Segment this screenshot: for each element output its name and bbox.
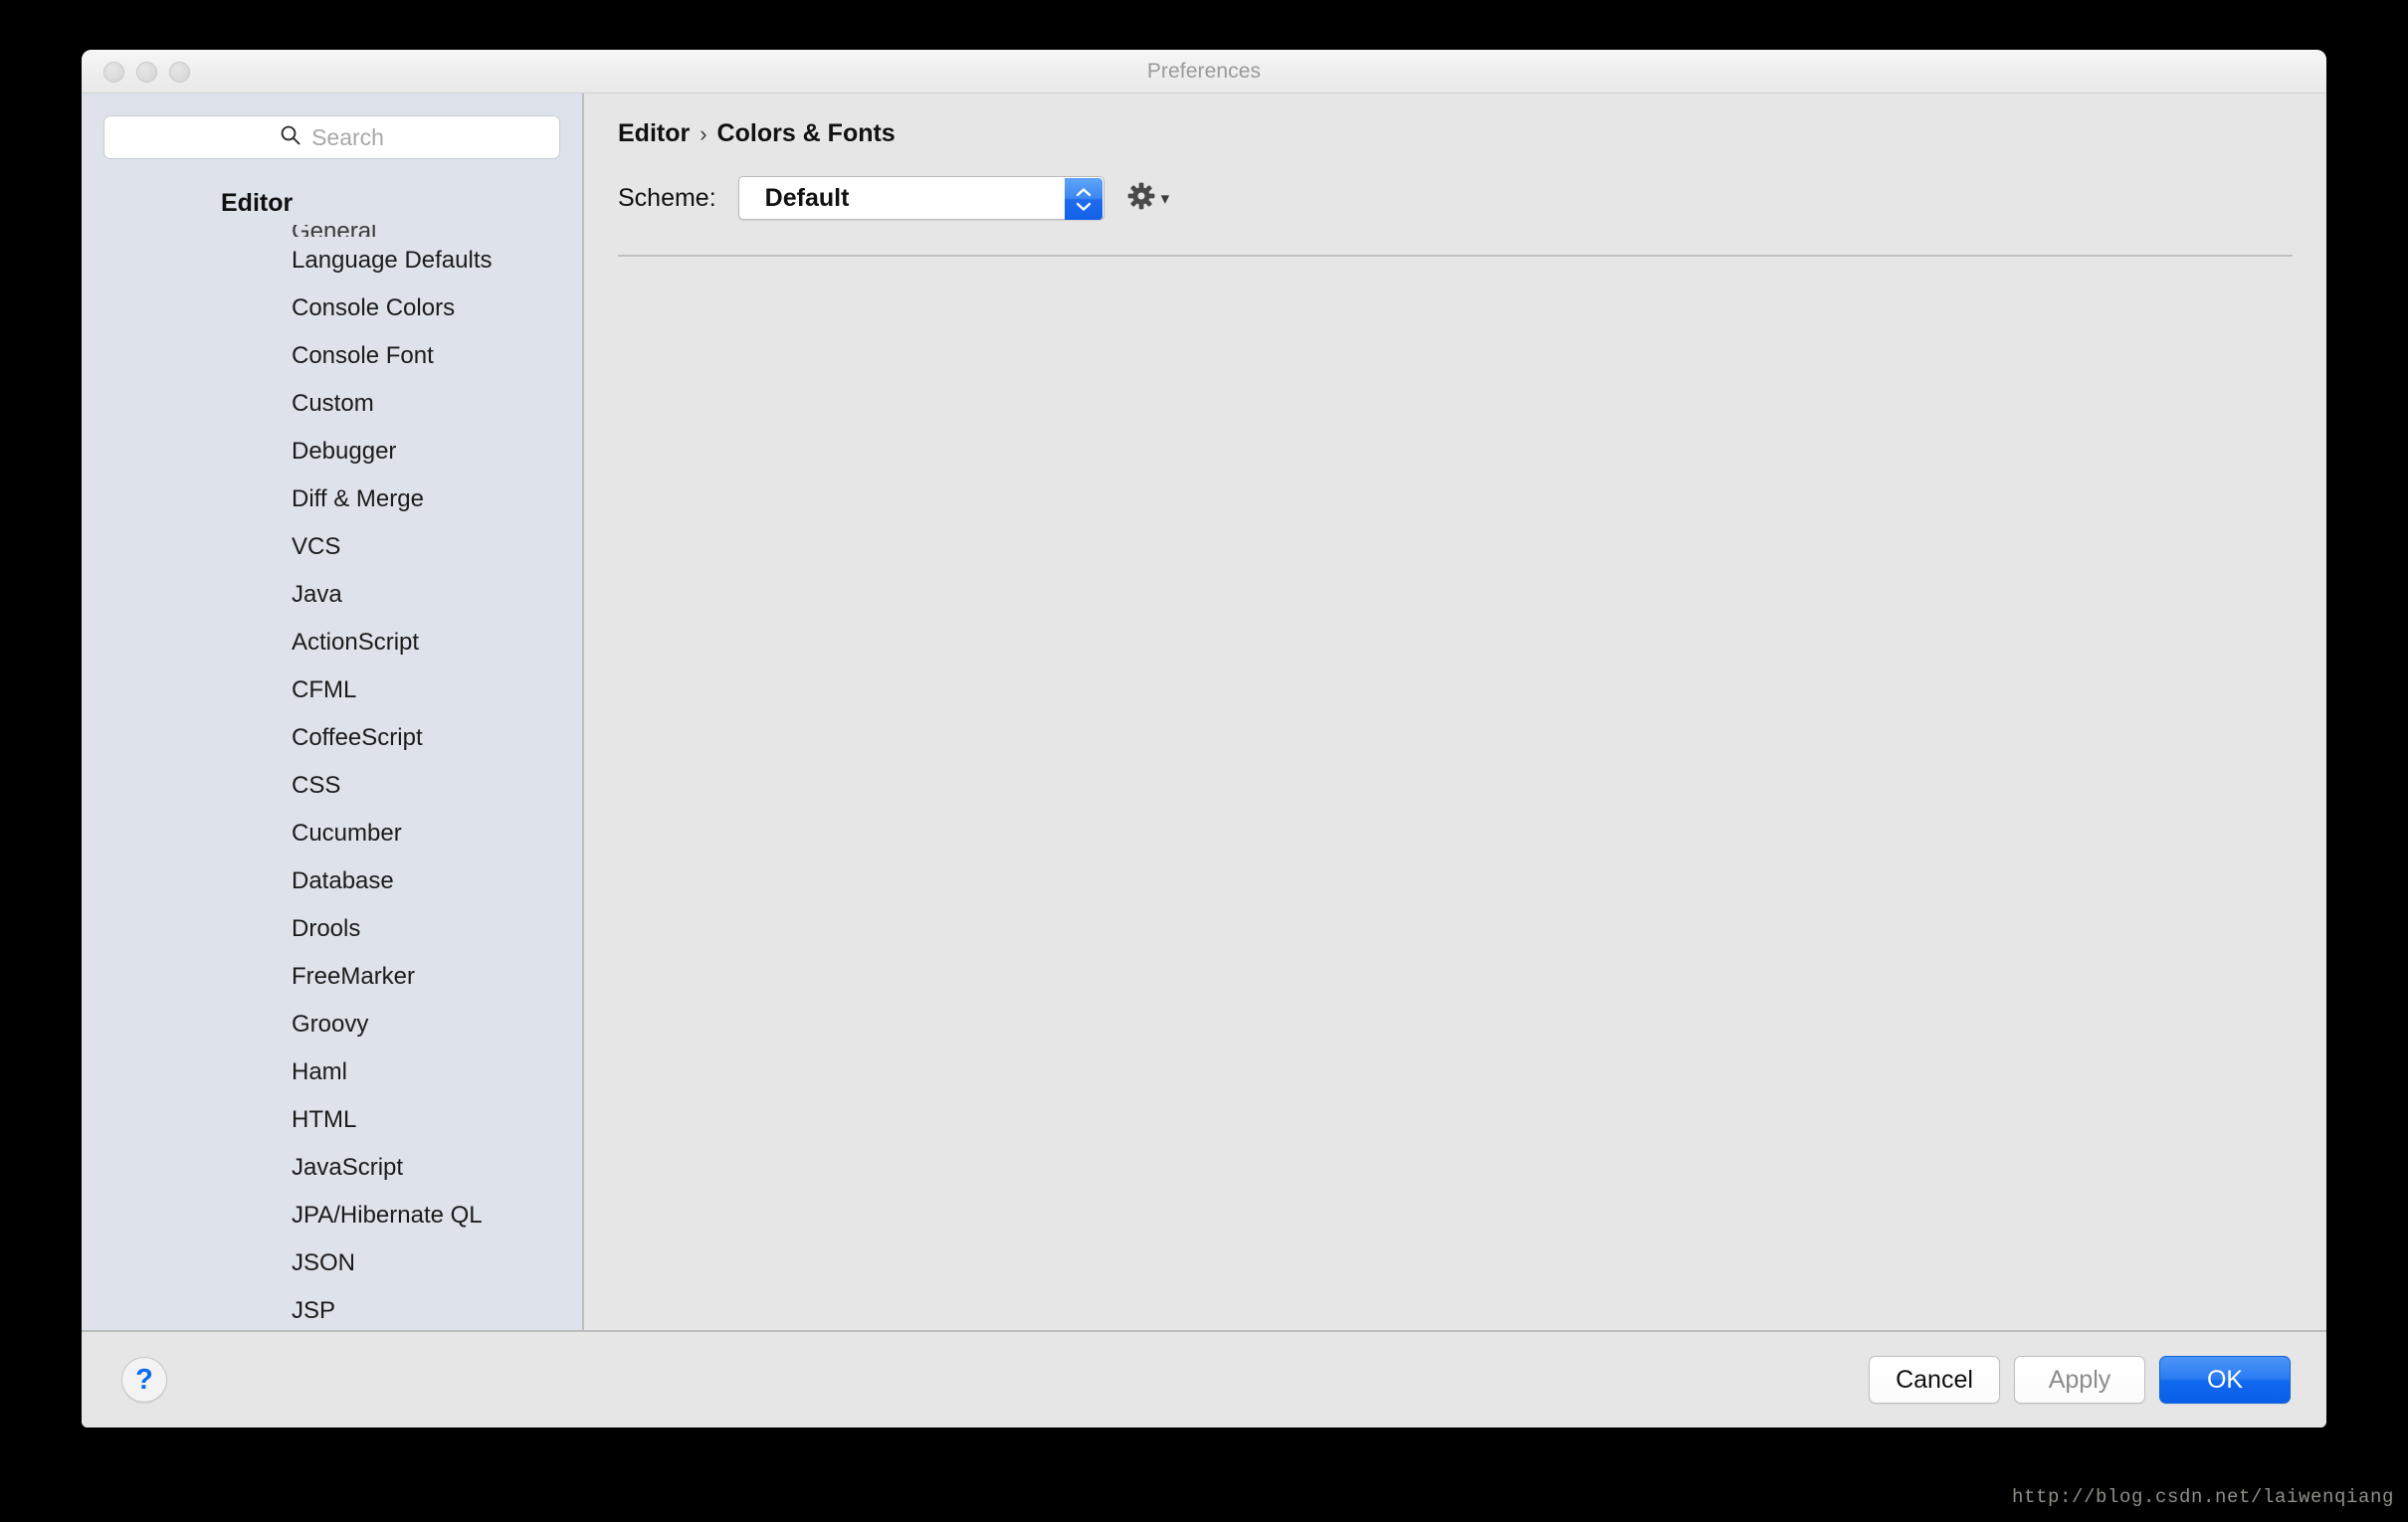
chevron-right-icon: ›: [700, 120, 707, 146]
watermark: http://blog.csdn.net/laiwenqiang: [2011, 1486, 2394, 1508]
sidebar-item-label: ActionScript: [292, 629, 420, 656]
sidebar-item-label: CFML: [292, 676, 357, 703]
content-divider: [618, 255, 2293, 257]
sidebar-item-label: HTML: [292, 1106, 357, 1133]
caret-down-icon: ▾: [1160, 188, 1170, 208]
sidebar-item-label: Custom: [292, 390, 374, 417]
scheme-label: Scheme:: [618, 183, 716, 212]
screen: Preferences Search General Language Defa…: [0, 0, 2408, 1522]
sidebar-item-coffeescript[interactable]: CoffeeScript: [82, 714, 582, 762]
sidebar-item-css[interactable]: CSS: [82, 762, 582, 810]
sidebar-item-freemarker[interactable]: FreeMarker: [82, 953, 582, 1001]
sidebar-item-label: Drools: [292, 915, 361, 942]
sidebar-item-label: Database: [292, 867, 394, 894]
sidebar-item-label: CoffeeScript: [292, 724, 423, 751]
sidebar-item-json[interactable]: JSON: [82, 1239, 582, 1287]
sidebar-item-haml[interactable]: Haml: [82, 1048, 582, 1096]
sidebar-item-jsp[interactable]: JSP: [82, 1287, 582, 1330]
sidebar-item-label: JPA/Hibernate QL: [292, 1202, 483, 1229]
sidebar-item-label: VCS: [292, 533, 341, 560]
search-placeholder: Search: [311, 123, 384, 150]
sidebar-item-console-colors[interactable]: Console Colors: [82, 285, 582, 332]
sidebar-tree-list: General Language Defaults Console Colors Co…: [82, 181, 582, 1330]
sidebar-item-label: Debugger: [292, 438, 397, 465]
sidebar-item-java[interactable]: Java: [82, 571, 582, 619]
footer-buttons: Cancel Apply OK: [1869, 1356, 2291, 1404]
gear-icon: [1126, 181, 1156, 216]
sidebar-tree-scroll[interactable]: General Language Defaults Console Colors Co…: [82, 181, 582, 1330]
chevron-up-icon: [1076, 187, 1091, 196]
minimize-button[interactable]: [136, 61, 157, 83]
preferences-window: Preferences Search General Language Defa…: [82, 50, 2326, 1427]
ok-button[interactable]: OK: [2159, 1356, 2291, 1404]
sidebar-item-label: Console Colors: [292, 294, 456, 321]
sidebar-item-label: JSP: [292, 1297, 336, 1324]
sidebar-item-label: CSS: [292, 772, 341, 799]
help-button[interactable]: ?: [121, 1357, 167, 1403]
sidebar-item-language-defaults[interactable]: Language Defaults: [82, 237, 582, 285]
sidebar-item-label: Java: [292, 581, 342, 608]
breadcrumb-root[interactable]: Editor: [618, 119, 690, 148]
sidebar-item-label: Console Font: [292, 342, 434, 369]
scheme-selected-value: Default: [764, 183, 850, 212]
sidebar-item-jpa-hibernate-ql[interactable]: JPA/Hibernate QL: [82, 1192, 582, 1239]
dialog-footer: ? Cancel Apply OK: [82, 1332, 2326, 1427]
content-panel: Editor › Colors & Fonts Scheme: Default: [584, 94, 2326, 1330]
sidebar-item-groovy[interactable]: Groovy: [82, 1001, 582, 1048]
scheme-settings-button[interactable]: ▾: [1126, 181, 1170, 216]
sidebar-item-diff-merge[interactable]: Diff & Merge: [82, 476, 582, 523]
sidebar-item-html[interactable]: HTML: [82, 1096, 582, 1144]
apply-button[interactable]: Apply: [2014, 1356, 2145, 1404]
cancel-button[interactable]: Cancel: [1869, 1356, 2000, 1404]
sidebar-item-cucumber[interactable]: Cucumber: [82, 810, 582, 857]
sidebar-item-label: Language Defaults: [292, 247, 493, 274]
search-wrap: Search: [82, 94, 582, 159]
preferences-sidebar: Search General Language Defaults Console C…: [82, 94, 584, 1330]
sidebar-item-label: Groovy: [292, 1011, 369, 1038]
sidebar-item-label: JavaScript: [292, 1154, 404, 1181]
sidebar-item-actionscript[interactable]: ActionScript: [82, 619, 582, 666]
sidebar-item-label: FreeMarker: [292, 963, 416, 990]
sidebar-item-javascript[interactable]: JavaScript: [82, 1144, 582, 1192]
scheme-row: Scheme: Default ▾: [618, 174, 2293, 222]
sidebar-item-database[interactable]: Database: [82, 857, 582, 905]
sidebar-item-label: JSON: [292, 1249, 356, 1276]
sidebar-item-custom[interactable]: Custom: [82, 380, 582, 428]
chevron-down-icon: [1076, 202, 1091, 211]
window-title: Preferences: [1146, 59, 1262, 83]
scheme-select[interactable]: Default: [737, 176, 1104, 220]
scheme-stepper[interactable]: [1064, 178, 1103, 220]
search-icon: [280, 124, 301, 151]
breadcrumb: Editor › Colors & Fonts: [618, 119, 2293, 148]
sidebar-item-debugger[interactable]: Debugger: [82, 428, 582, 476]
zoom-button[interactable]: [169, 61, 190, 83]
traffic-lights: [103, 50, 190, 94]
sidebar-group-header[interactable]: Editor: [82, 181, 582, 225]
sidebar-item-vcs[interactable]: VCS: [82, 523, 582, 571]
sidebar-item-label: Cucumber: [292, 820, 402, 847]
window-body: Search General Language Defaults Console C…: [82, 94, 2326, 1332]
window-titlebar: Preferences: [82, 50, 2326, 94]
sidebar-item-label: Haml: [292, 1058, 348, 1085]
close-button[interactable]: [103, 61, 124, 83]
sidebar-item-drools[interactable]: Drools: [82, 905, 582, 953]
sidebar-item-cfml[interactable]: CFML: [82, 666, 582, 714]
breadcrumb-leaf: Colors & Fonts: [716, 119, 896, 147]
sidebar-item-console-font[interactable]: Console Font: [82, 332, 582, 380]
search-input[interactable]: Search: [103, 115, 560, 159]
sidebar-item-label: Diff & Merge: [292, 485, 424, 512]
